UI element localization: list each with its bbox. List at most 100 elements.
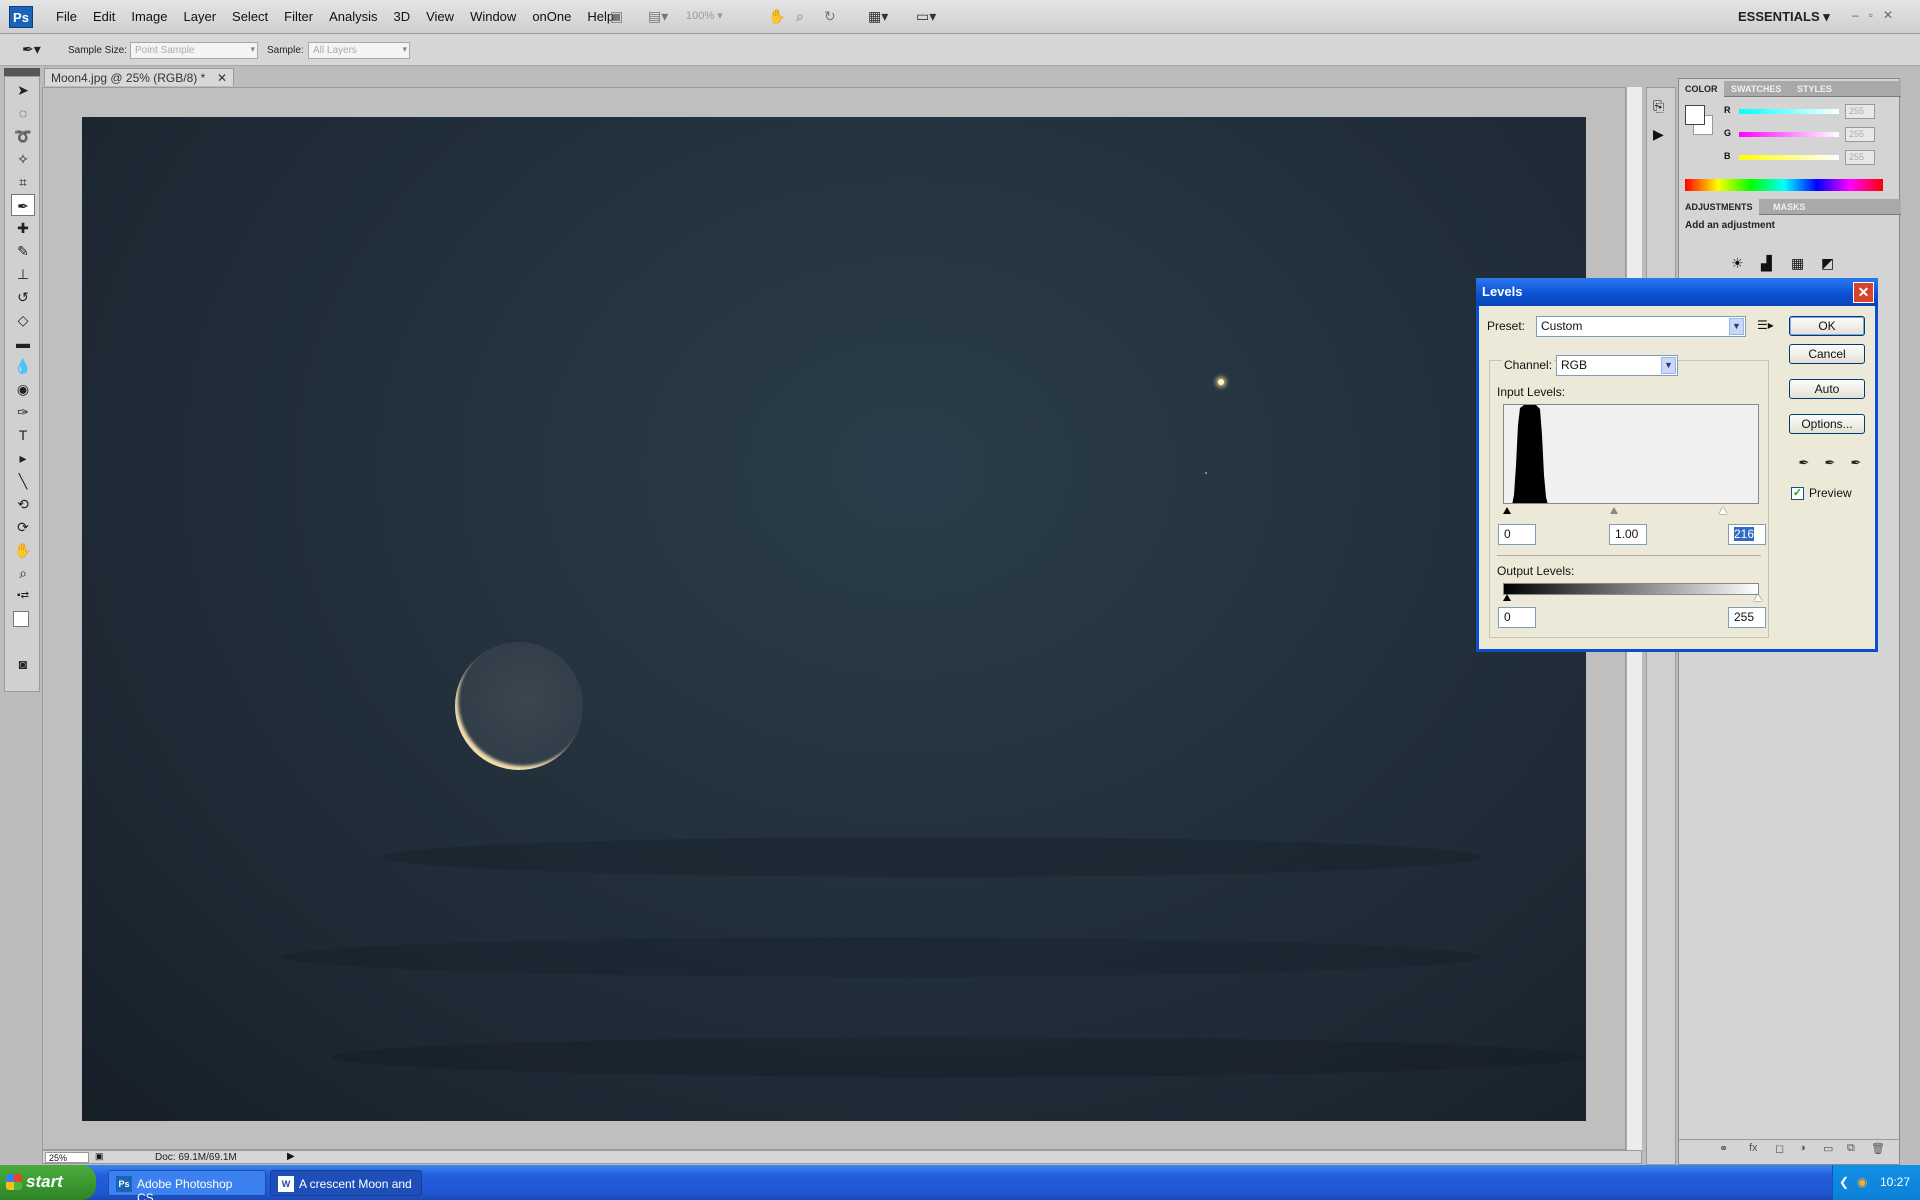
screen-mode-icon[interactable]: ▭▾ (916, 8, 936, 26)
view-extras-icon[interactable]: ▤▾ (648, 8, 668, 26)
preview-checkbox[interactable]: ✓ (1791, 487, 1804, 500)
tray-expand-icon[interactable]: ❮ (1839, 1175, 1849, 1189)
moon-photo[interactable] (82, 117, 1586, 1121)
toolbox-header[interactable] (4, 68, 40, 76)
output-white-slider[interactable] (1754, 594, 1762, 601)
cancel-button[interactable]: Cancel (1789, 344, 1865, 364)
magic-wand-tool-icon[interactable]: ✧ (11, 148, 35, 170)
sample-size-select[interactable]: Point Sample ▾ (130, 42, 258, 59)
brush-tool-icon[interactable]: ✎ (11, 240, 35, 262)
line-tool-icon[interactable]: ╲ (11, 470, 35, 492)
tab-swatches[interactable]: SWATCHES (1725, 81, 1787, 97)
curves-adjustment-icon[interactable]: ▦ (1791, 255, 1804, 272)
hand-tool-icon[interactable]: ✋ (11, 539, 35, 561)
eyedropper-preset-icon[interactable]: ✒▾ (22, 41, 41, 59)
input-gamma-field[interactable]: 1.00 (1609, 524, 1647, 545)
rotate-view-icon[interactable]: ↻ (824, 8, 836, 26)
status-preview-icon[interactable]: ▣ (95, 1151, 104, 1162)
tab-adjustments[interactable]: ADJUSTMENTS (1679, 199, 1759, 215)
color-g-value[interactable]: 255 (1845, 127, 1875, 142)
zoom-tool-icon[interactable]: ⌕ (11, 562, 35, 584)
color-r-value[interactable]: 255 (1845, 104, 1875, 119)
output-black-field[interactable]: 0 (1498, 607, 1536, 628)
menu-select[interactable]: Select (224, 9, 276, 24)
gradient-tool-icon[interactable]: ▬ (11, 332, 35, 354)
exposure-adjustment-icon[interactable]: ◩ (1821, 255, 1834, 272)
start-button[interactable]: start (0, 1165, 96, 1200)
levels-adjustment-icon[interactable]: ▟ (1761, 255, 1772, 272)
tab-masks[interactable]: MASKS (1767, 199, 1812, 215)
add-mask-icon[interactable]: ◻ (1775, 1142, 1784, 1155)
eyedropper-tool-icon[interactable]: ✒ (11, 194, 35, 216)
menu-file[interactable]: File (48, 9, 85, 24)
link-layers-icon[interactable]: ⚭ (1719, 1142, 1728, 1155)
menu-analysis[interactable]: Analysis (321, 9, 385, 24)
crop-tool-icon[interactable]: ⌗ (11, 171, 35, 193)
menu-onone[interactable]: onOne (524, 9, 579, 24)
new-group-icon[interactable]: ▭ (1823, 1142, 1833, 1155)
swap-colors-icon[interactable]: ▪⇄ (11, 585, 35, 607)
tab-styles[interactable]: STYLES (1791, 81, 1838, 97)
preset-select[interactable]: Custom ▼ (1536, 316, 1746, 337)
path-selection-tool-icon[interactable]: ▸ (11, 447, 35, 469)
auto-button[interactable]: Auto (1789, 379, 1865, 399)
input-gamma-slider[interactable] (1610, 507, 1618, 514)
layer-style-icon[interactable]: fx (1749, 1142, 1758, 1154)
zoom-level-combo[interactable]: 100% ▾ (686, 9, 723, 22)
white-point-eyedropper-icon[interactable]: ✒ (1847, 454, 1865, 472)
menu-edit[interactable]: Edit (85, 9, 123, 24)
hand-tool-icon[interactable]: ✋ (768, 8, 785, 26)
history-panel-icon[interactable]: ⎘ (1653, 98, 1664, 115)
document-tab[interactable]: Moon4.jpg @ 25% (RGB/8) * ✕ (44, 68, 234, 86)
input-black-field[interactable]: 0 (1498, 524, 1536, 545)
new-layer-icon[interactable]: ⧉ (1847, 1142, 1855, 1155)
zoom-tool-icon[interactable]: ⌕ (796, 8, 804, 26)
output-white-field[interactable]: 255 (1728, 607, 1766, 628)
menu-window[interactable]: Window (462, 9, 524, 24)
menu-layer[interactable]: Layer (176, 9, 225, 24)
quick-mask-icon[interactable]: ◙ (11, 653, 35, 675)
launch-bridge-icon[interactable]: ▣ (610, 8, 623, 26)
menu-image[interactable]: Image (123, 9, 175, 24)
color-b-slider[interactable] (1739, 155, 1839, 160)
menu-view[interactable]: View (418, 9, 462, 24)
pen-tool-icon[interactable]: ✑ (11, 401, 35, 423)
foreground-background-color-icon[interactable] (11, 607, 36, 637)
taskbar-document[interactable]: W A crescent Moon and ... (270, 1170, 422, 1200)
clone-stamp-tool-icon[interactable]: ⊥ (11, 263, 35, 285)
3d-orbit-tool-icon[interactable]: ⟳ (11, 516, 35, 538)
restore-icon[interactable]: ▫ (1869, 8, 1873, 22)
color-spectrum-bar[interactable] (1685, 179, 1883, 191)
taskbar-photoshop[interactable]: Ps Adobe Photoshop CS... (108, 1170, 266, 1200)
dodge-tool-icon[interactable]: ◉ (11, 378, 35, 400)
ok-button[interactable]: OK (1789, 316, 1865, 336)
close-icon[interactable]: ✕ (1883, 8, 1893, 22)
type-tool-icon[interactable]: T (11, 424, 35, 446)
close-icon[interactable]: ✕ (1853, 282, 1874, 303)
move-tool-icon[interactable]: ➤ (11, 79, 35, 101)
menu-3d[interactable]: 3D (385, 9, 418, 24)
delete-layer-icon[interactable]: 🗑 (1871, 1142, 1885, 1155)
color-g-slider[interactable] (1739, 132, 1839, 137)
arrange-documents-icon[interactable]: ▦▾ (868, 8, 888, 26)
actions-panel-icon[interactable]: ▶ (1653, 126, 1664, 143)
gray-point-eyedropper-icon[interactable]: ✒ (1821, 454, 1839, 472)
blur-tool-icon[interactable]: 💧 (11, 355, 35, 377)
marquee-tool-icon[interactable]: ◌ (11, 102, 35, 124)
minimize-icon[interactable]: – (1852, 8, 1859, 22)
3d-rotate-tool-icon[interactable]: ⟲ (11, 493, 35, 515)
output-black-slider[interactable] (1503, 594, 1511, 601)
preset-options-icon[interactable]: ☰▸ (1757, 318, 1774, 332)
menu-filter[interactable]: Filter (276, 9, 321, 24)
input-white-slider[interactable] (1719, 507, 1727, 514)
close-icon[interactable]: ✕ (217, 71, 227, 85)
eraser-tool-icon[interactable]: ◇ (11, 309, 35, 331)
foreground-swatch[interactable] (1685, 105, 1705, 125)
input-black-slider[interactable] (1503, 507, 1511, 514)
healing-brush-tool-icon[interactable]: ✚ (11, 217, 35, 239)
brightness-contrast-icon[interactable]: ☀ (1731, 255, 1744, 272)
lasso-tool-icon[interactable]: ➰ (11, 125, 35, 147)
color-b-value[interactable]: 255 (1845, 150, 1875, 165)
status-zoom-field[interactable]: 25% (45, 1152, 89, 1163)
history-brush-tool-icon[interactable]: ↺ (11, 286, 35, 308)
